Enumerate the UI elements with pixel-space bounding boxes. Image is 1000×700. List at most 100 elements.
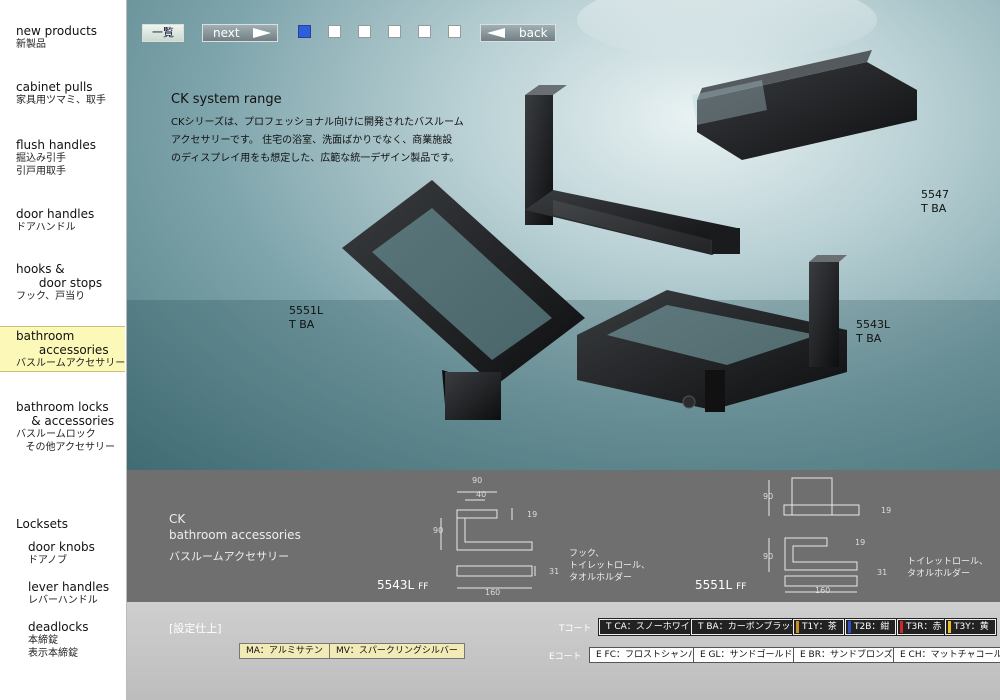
- sidebar: new products 新製品 cabinet pulls 家具用ツマミ、取手…: [0, 0, 127, 700]
- sidebar-item-jp-label: 掘込み引手 引戸用取手: [16, 153, 66, 177]
- sidebar-item-label: lever handles: [28, 580, 110, 594]
- dim-label: 31: [877, 568, 888, 577]
- product-code: 5543L: [856, 318, 891, 331]
- sidebar-item-label: new products: [16, 24, 98, 38]
- sidebar-item-door-knobs[interactable]: door knobs ドアノブ: [0, 540, 125, 567]
- model-code: 5551L: [695, 578, 733, 592]
- page-indicator-1[interactable]: [298, 25, 311, 38]
- chip-label: T3Y：黄: [954, 622, 989, 632]
- sidebar-item-jp-label: レバーハンドル: [28, 595, 98, 606]
- color-swatch: [796, 620, 799, 633]
- page-indicator-5[interactable]: [418, 25, 431, 38]
- color-swatch: [900, 620, 903, 633]
- spec-series: CK: [169, 512, 186, 526]
- spec-category: bathroom accessories: [169, 528, 301, 542]
- next-button[interactable]: next: [202, 24, 278, 42]
- page-indicator-6[interactable]: [448, 25, 461, 38]
- arrow-right-icon: [253, 28, 271, 38]
- dim-label: 160: [815, 586, 831, 595]
- sidebar-item-jp-label: バスルームアクセサリー: [16, 358, 126, 369]
- sidebar-item-bathroom-accessories[interactable]: bathroom accessories バスルームアクセサリー: [0, 326, 125, 372]
- sidebar-item-cabinet-pulls[interactable]: cabinet pulls 家具用ツマミ、取手: [0, 80, 125, 107]
- dim-label: 31: [549, 567, 560, 576]
- spec-left-description: フック、 トイレットロール、 タオルホルダー: [569, 549, 651, 583]
- sidebar-item-label: door handles: [16, 207, 95, 221]
- dim-label: 160: [485, 588, 501, 597]
- sidebar-item-label: deadlocks: [28, 620, 89, 634]
- next-label: next: [213, 26, 240, 40]
- finish-chip-egl: E GL：サンドゴールド: [693, 647, 800, 663]
- finish-panel: [設定仕上] MA：アルミサテン MV：スパークリングシルバー Tコート T C…: [127, 602, 1000, 700]
- finish-chip-ma: MA：アルミサテン: [239, 643, 330, 659]
- product-code: 5547: [921, 188, 949, 201]
- sidebar-item-jp-label: ドアノブ: [28, 555, 68, 566]
- sidebar-item-label: cabinet pulls: [16, 80, 93, 94]
- page-indicator-2[interactable]: [328, 25, 341, 38]
- dim-label: 90: [763, 552, 774, 561]
- finish-chip-t3y: T3Y：黄: [944, 618, 997, 636]
- chip-label: T1Y：茶: [802, 622, 837, 632]
- sidebar-item-label: flush handles: [16, 138, 96, 152]
- product-label-5547: 5547 T BA: [921, 188, 949, 216]
- dim-label: 19: [527, 510, 538, 519]
- finish-chip-t1y: T1Y：茶: [792, 618, 845, 636]
- product-code: 5551L: [289, 304, 324, 317]
- t-coat-label: Tコート: [559, 624, 592, 634]
- dim-label: 19: [855, 538, 866, 547]
- finish-chip-tba: T BA：カーボンブラック: [689, 618, 808, 636]
- sidebar-item-bathroom-locks[interactable]: bathroom locks & accessories バスルームロック その…: [0, 400, 125, 454]
- model-code: 5543L: [377, 578, 415, 592]
- sidebar-item-label: bathroom locks & accessories: [16, 400, 115, 428]
- dim-label: 90: [763, 492, 774, 501]
- product-finish: T BA: [289, 318, 315, 331]
- sidebar-item-label: door knobs: [28, 540, 95, 554]
- product-label-5551l: 5551L T BA: [289, 304, 323, 332]
- sidebar-item-hooks-door-stops[interactable]: hooks & door stops フック、戸当り: [0, 262, 125, 303]
- back-button[interactable]: back: [480, 24, 556, 42]
- spec-right-model: 5551L FF: [695, 578, 746, 592]
- sidebar-item-jp-label: 新製品: [16, 39, 46, 50]
- page-indicator-4[interactable]: [388, 25, 401, 38]
- finish-chip-mv: MV：スパークリングシルバー: [329, 643, 465, 659]
- product-label-5543l: 5543L T BA: [856, 318, 890, 346]
- finish-chip-ebr: E BR：サンドブロンズ: [793, 647, 900, 663]
- dim-label: 90: [433, 526, 444, 535]
- arrow-left-icon: [487, 28, 505, 38]
- sidebar-item-jp-label: 本締錠 表示本締錠: [28, 635, 78, 659]
- sidebar-item-deadlocks[interactable]: deadlocks 本締錠 表示本締錠: [0, 620, 125, 660]
- sidebar-item-label: hooks & door stops: [16, 262, 103, 290]
- finish-chip-ech: E CH：マットチャコール: [893, 647, 1000, 663]
- finish-heading: [設定仕上]: [169, 622, 222, 635]
- model-suffix: FF: [736, 582, 747, 592]
- sidebar-item-flush-handles[interactable]: flush handles 掘込み引手 引戸用取手: [0, 138, 125, 178]
- finish-chip-t2b: T2B：紺: [843, 618, 898, 636]
- color-swatch: [848, 620, 851, 633]
- sidebar-item-label: bathroom accessories: [16, 329, 109, 357]
- finish-chip-tca: T CA：スノーホワイト: [598, 618, 707, 636]
- chip-label: T3R：赤: [906, 622, 942, 632]
- spec-left-model: 5543L FF: [377, 578, 428, 592]
- chip-label: T2B：紺: [854, 622, 890, 632]
- spec-right-description: トイレットロール、 タオルホルダー: [907, 557, 989, 579]
- sidebar-item-new-products[interactable]: new products 新製品: [0, 24, 125, 51]
- page-root: new products 新製品 cabinet pulls 家具用ツマミ、取手…: [0, 0, 1000, 700]
- sidebar-item-jp-label: ドアハンドル: [16, 222, 76, 233]
- product-finish: T BA: [856, 332, 882, 345]
- page-indicator-3[interactable]: [358, 25, 371, 38]
- hero-panel: 一覧 next back CK system range CKシリーズは、プロフ…: [127, 0, 1000, 470]
- hero-title: CK system range: [171, 92, 282, 107]
- sidebar-item-door-handles[interactable]: door handles ドアハンドル: [0, 207, 125, 234]
- back-label: back: [519, 26, 548, 40]
- list-button[interactable]: 一覧: [142, 24, 184, 42]
- finish-chip-t3r: T3R：赤: [895, 618, 950, 636]
- model-suffix: FF: [418, 582, 429, 592]
- product-photo: [127, 0, 1000, 470]
- product-finish: T BA: [921, 202, 947, 215]
- sidebar-item-jp-label: 家具用ツマミ、取手: [16, 95, 106, 106]
- sidebar-item-lever-handles[interactable]: lever handles レバーハンドル: [0, 580, 125, 607]
- sidebar-item-jp-label: フック、戸当り: [16, 291, 86, 302]
- spec-category-jp: バスルームアクセサリー: [169, 550, 290, 563]
- hero-description: CKシリーズは、プロフェッショナル向けに開発されたバスルーム アクセサリーです。…: [171, 117, 464, 164]
- dim-label: 90: [472, 476, 483, 485]
- dim-label: 19: [881, 506, 892, 515]
